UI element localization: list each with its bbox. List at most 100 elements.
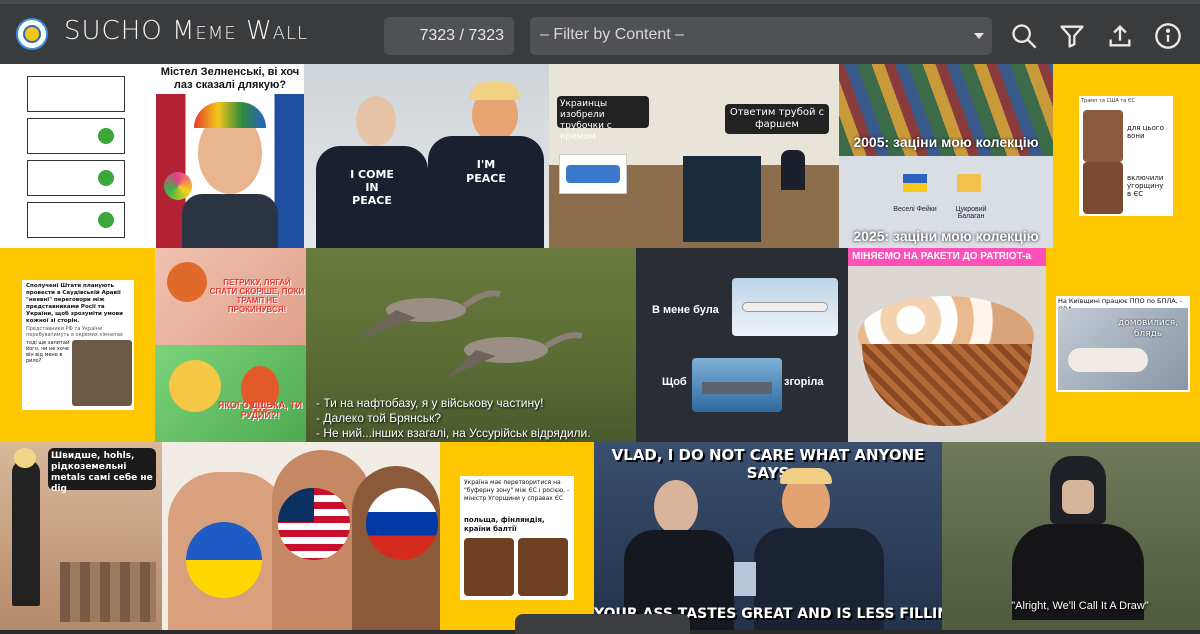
meme-caption-2025: 2025: заціни мою колекцію — [853, 228, 1039, 244]
painting-caption: домовилися, блядь — [1117, 318, 1178, 339]
trump-tshirt: I'M PEACE — [428, 136, 544, 248]
putin-tshirt: I COME IN PEACE — [316, 146, 428, 248]
card-question: тоді ще запитай його, чи не хоче він від… — [26, 340, 70, 364]
meme-wall: Містел Зелненські, ві хоч лаз сказалі дл… — [0, 64, 1200, 630]
monkey-photo — [464, 538, 514, 596]
geese-caption: - Ти на нафтобазу, я у військову частину… — [316, 396, 636, 441]
app-title-word1: Meme — [171, 16, 237, 46]
geese-line: - Далеко той Брянськ? — [316, 411, 441, 425]
filter-placeholder: – Filter by Content – — [540, 26, 685, 43]
meme-caption: МІНЯЄМО НА РАКЕТИ ДО PATRIOT-а — [848, 248, 1046, 266]
pastry-box — [559, 154, 627, 194]
folder-icon — [957, 174, 981, 192]
geese-line: - Не ний...інших взагалі, на Уссурійськ … — [316, 426, 591, 440]
virus-icon — [98, 170, 114, 186]
meme-tile-zelensky[interactable]: Містел Зелненські, ві хоч лаз сказалі дл… — [156, 64, 304, 248]
usa-flag-circle — [278, 488, 350, 560]
suit — [182, 194, 278, 248]
info-icon[interactable] — [1154, 22, 1182, 50]
card-text: Сполучені Штати планують провести в Сауд… — [26, 283, 124, 324]
putin-shirt-text: I COME IN PEACE — [350, 168, 394, 207]
card-text: для цього вони — [1127, 124, 1164, 140]
propeller-cap — [194, 102, 266, 128]
figure-hair — [14, 448, 36, 468]
app-title: SUCHO Meme Wall — [64, 16, 308, 46]
geese-line: - Ти на нафтобазу, я у військову частину… — [316, 396, 544, 410]
meme-card: Сполучені Штати планують провести в Сауд… — [22, 280, 134, 410]
meme-tile-cream-pipes[interactable]: Украинцы изобрели трубочки с кремом Отве… — [549, 64, 839, 248]
meme-tile-collection[interactable]: 2005: заціни мою колекцію Веселі Фейки Ц… — [839, 64, 1053, 248]
card-header: Трамп та США та ЄС — [1081, 98, 1135, 104]
ukraine-flag-circle — [186, 522, 262, 598]
upload-icon[interactable] — [1106, 22, 1134, 50]
meme-tile-comic-virus[interactable] — [0, 64, 156, 248]
quarry-scene — [60, 562, 156, 622]
virus-icon — [98, 128, 114, 144]
knight-helmet — [1050, 456, 1106, 524]
figure-silhouette — [12, 460, 40, 606]
ship-photo — [692, 358, 782, 412]
speech-bubble: Ответим трубой с фаршем — [725, 104, 829, 134]
meme-tile-metals[interactable]: Швидше, hohls, рідкоземельні metals самі… — [0, 442, 162, 630]
meme-caption: Містел Зелненські, ві хоч лаз сказалі дл… — [156, 64, 304, 94]
meme-tile-eggs[interactable]: МІНЯЄМО НА РАКЕТИ ДО PATRIOT-а — [848, 248, 1046, 442]
speech-bubble: Швидше, hohls, рідкоземельні metals самі… — [48, 448, 156, 494]
meme-tile-cartoon[interactable]: ПЕТРИКУ, ЛЯГАЙ СПАТИ СКОРІШЕ, ПОКИ ТРАМП… — [155, 248, 306, 442]
card-text: Україна має перетворитися на "буферну зо… — [464, 479, 570, 502]
meme-text: В мене була — [652, 304, 719, 316]
painting-photo: домовилися, блядь — [1058, 308, 1188, 390]
chevron-down-icon — [974, 33, 984, 39]
geese-drawing — [356, 290, 583, 378]
russia-flag-circle — [366, 488, 438, 560]
meme-caption: "Alright, We'll Call It A Draw" — [1011, 600, 1149, 612]
meme-tile-saudi-talks[interactable]: Сполучені Штати планують провести в Сауд… — [0, 248, 155, 442]
folder-icon — [903, 174, 927, 192]
meme-tile-black-knight[interactable]: "Alright, We'll Call It A Draw" — [942, 442, 1200, 630]
meme-tile-peace-shirts[interactable]: I COME IN PEACE I'M PEACE — [304, 64, 549, 248]
pipeline-photo — [683, 156, 761, 242]
putin-head — [356, 96, 396, 146]
speech-bubble: Украинцы изобрели трубочки с кремом — [557, 96, 649, 142]
meme-tile-geese[interactable]: - Ти на нафтобазу, я у військову частину… — [306, 248, 636, 442]
meme-tile-vlad-trump[interactable]: VLAD, I DO NOT CARE WHAT ANYONE SAYS YOU… — [594, 442, 942, 630]
sucho-logo[interactable] — [16, 18, 48, 50]
meme-card: Україна має перетворитися на "буферну зо… — [460, 476, 574, 600]
bottom-toolbar[interactable] — [515, 614, 690, 634]
comic-panel — [27, 76, 125, 112]
content-filter-select[interactable]: – Filter by Content – — [530, 17, 992, 55]
putin-head — [654, 480, 698, 534]
lollipop — [164, 172, 192, 200]
meme-counter[interactable]: 7323 / 7323 — [384, 17, 514, 55]
trump-hair — [780, 468, 832, 484]
meme-top-text: VLAD, I DO NOT CARE WHAT ANYONE SAYS — [611, 446, 925, 482]
cartoon-character — [167, 262, 207, 302]
folder-label: Цукровий Балаган — [955, 206, 987, 220]
meme-tile-flag-kids[interactable] — [162, 442, 440, 630]
trump-shirt-text: I'M PEACE — [466, 158, 506, 185]
meme-tile-kyiv-ppo[interactable]: На Київщині працює ППО по БПЛА, - ОВА до… — [1046, 248, 1200, 442]
card-subtext: польща, фінляндія, країни балтії — [464, 516, 545, 533]
putin-desk-figure — [781, 150, 805, 190]
meme-caption-2005: 2005: заціни мою колекцію — [853, 134, 1039, 150]
basket — [862, 344, 1032, 426]
filter-icon[interactable] — [1058, 22, 1086, 50]
search-icon[interactable] — [1010, 22, 1038, 50]
trump-hair — [470, 82, 520, 100]
virus-icon — [98, 212, 114, 228]
meme-card: На Київщині працює ППО по БПЛА, - ОВА до… — [1056, 296, 1190, 392]
card-text: включили угорщину в ЄС — [1127, 174, 1164, 198]
meme-tile-plane-ship[interactable]: В мене була Щоб згоріла — [636, 248, 848, 442]
monkey-photo — [518, 538, 568, 596]
card-subtext: Представники РФ та України перебуватимут… — [26, 326, 123, 338]
meme-tile-ron-swanson[interactable]: Трамп та США та ЄС для цього вони включи… — [1053, 64, 1200, 248]
cartoon-caption-bottom: ЯКОГО ДІДЬКА, ТИ РУДИЙ?! — [217, 400, 303, 420]
face-photo — [1083, 162, 1123, 214]
meme-card: Трамп та США та ЄС для цього вони включи… — [1079, 96, 1173, 216]
top-bar: SUCHO Meme Wall 7323 / 7323 – Filter by … — [0, 0, 1200, 64]
meme-text: Щоб — [662, 376, 687, 388]
meme-text: згоріла — [784, 376, 824, 388]
folder-label: Веселі Фейки — [893, 206, 937, 213]
meme-tile-buffer-zone[interactable]: Україна має перетворитися на "буферну зо… — [440, 442, 594, 630]
scene-photo — [72, 340, 132, 406]
app-title-prefix: SUCHO — [64, 16, 172, 46]
